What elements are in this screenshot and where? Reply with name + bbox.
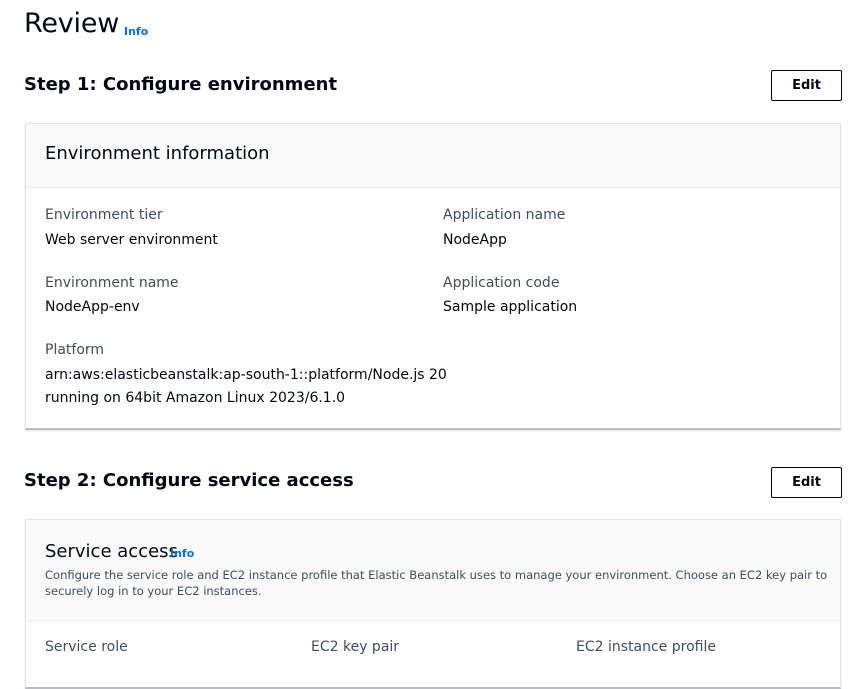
ec2-key-pair-label: EC2 key pair xyxy=(311,639,400,655)
environment-tier-label: Environment tier xyxy=(45,207,163,223)
application-name-value: NodeApp xyxy=(443,232,507,248)
service-access-description-line1: Configure the service role and EC2 insta… xyxy=(45,568,828,582)
step1-title: Step 1: Configure environment xyxy=(24,74,338,95)
environment-name-label: Environment name xyxy=(45,275,179,291)
platform-value-line2: running on 64bit Amazon Linux 2023/6.1.0 xyxy=(45,390,346,406)
service-access-title: Service access xyxy=(45,541,178,562)
environment-information-header: Environment information xyxy=(26,124,840,188)
environment-information-card: Environment information Environment tier… xyxy=(25,123,841,430)
platform-label: Platform xyxy=(45,342,105,358)
application-code-label: Application code xyxy=(443,275,560,291)
service-role-label: Service role xyxy=(45,639,128,655)
application-code-value: Sample application xyxy=(443,299,578,315)
environment-information-title: Environment information xyxy=(45,143,270,164)
step2-edit-button[interactable]: Edit xyxy=(771,467,842,498)
application-name-label: Application name xyxy=(443,207,566,223)
service-access-description-line2: securely log in to your EC2 instances. xyxy=(45,584,262,598)
ec2-instance-profile-label: EC2 instance profile xyxy=(576,639,716,655)
service-access-header: Service access Info Configure the servic… xyxy=(26,520,840,621)
page-info-link[interactable]: Info xyxy=(124,25,148,38)
environment-name-value: NodeApp-env xyxy=(45,299,140,315)
platform-value-line1: arn:aws:elasticbeanstalk:ap-south-1::pla… xyxy=(45,367,447,383)
service-access-card: Service access Info Configure the servic… xyxy=(25,519,841,689)
page-title: Review xyxy=(24,8,120,39)
service-access-info-link[interactable]: Info xyxy=(170,547,194,560)
step1-edit-button[interactable]: Edit xyxy=(771,70,842,101)
environment-tier-value: Web server environment xyxy=(45,232,218,248)
step2-title: Step 2: Configure service access xyxy=(24,470,354,491)
